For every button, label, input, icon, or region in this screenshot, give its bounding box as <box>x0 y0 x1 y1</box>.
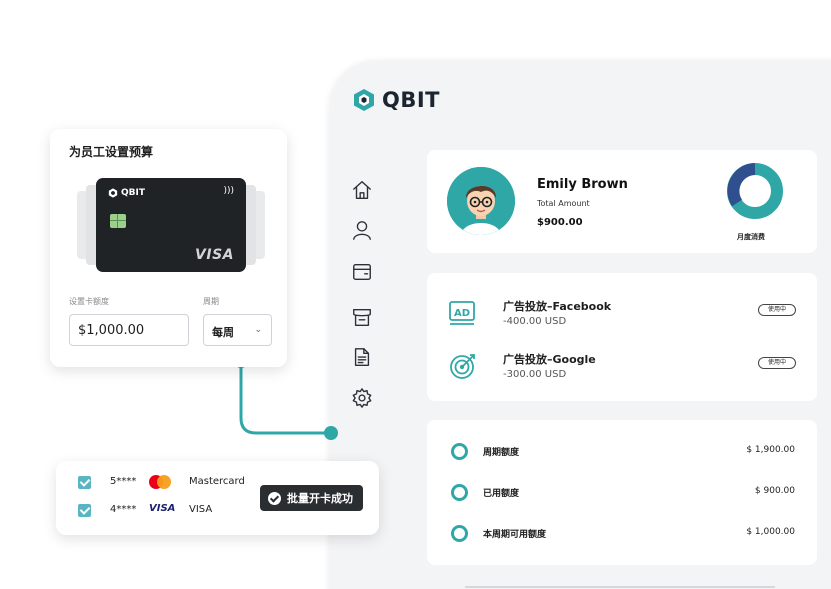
monthly-spend-label: 月度消费 <box>737 233 765 241</box>
toast-message: 批量开卡成功 <box>287 492 353 505</box>
limit-value: $ 900.00 <box>754 486 795 496</box>
card-number: 4**** <box>110 504 137 515</box>
ad-title: 广告投放–Facebook <box>503 300 612 313</box>
brand-logo[interactable]: QBIT <box>352 88 440 112</box>
credit-card[interactable]: QBIT ))) VISA <box>96 178 246 272</box>
period-value: 每周 <box>212 326 234 339</box>
svg-text:AD: AD <box>454 308 470 319</box>
ads-card: AD 广告投放–Facebook -400.00 USD 使用中 广告投放–Go… <box>427 273 817 401</box>
target-icon <box>450 354 475 379</box>
limit-amount-input[interactable]: $1,000.00 <box>69 314 189 346</box>
limit-row-used: 已用额度 $ 900.00 <box>427 482 817 504</box>
card-network: VISA <box>195 247 234 263</box>
limit-row-period: 周期额度 $ 1,900.00 <box>427 441 817 463</box>
limit-label: 已用额度 <box>483 489 520 499</box>
status-badge: 使用中 <box>758 357 796 369</box>
monthly-spend-donut <box>727 163 783 219</box>
visa-icon: VISA <box>149 503 176 514</box>
budget-card: 为员工设置预算 QBIT ))) VISA 设置卡额度 周期 $1,000.00… <box>50 129 287 367</box>
wallet-icon <box>353 263 371 281</box>
card-brand-name: VISA <box>189 504 213 515</box>
qbit-logo-icon <box>108 188 118 198</box>
check-circle-icon <box>268 491 281 505</box>
nav-wallet[interactable] <box>350 260 374 284</box>
limit-label: 周期额度 <box>483 448 520 458</box>
limit-value: $ 1,900.00 <box>746 445 795 455</box>
limits-card: 周期额度 $ 1,900.00 已用额度 $ 900.00 本周期可用额度 $ … <box>427 420 817 565</box>
user-icon <box>353 221 371 240</box>
period-select[interactable]: 每周 ⌄ <box>203 314 272 346</box>
avatar-illustration <box>447 167 515 235</box>
budget-title: 为员工设置预算 <box>69 145 154 159</box>
nav-home[interactable] <box>350 178 374 202</box>
brand-name: QBIT <box>382 88 440 112</box>
chevron-down-icon: ⌄ <box>254 325 262 335</box>
profile-card: Emily Brown Total Amount $900.00 月度消费 <box>427 150 817 253</box>
nav-settings[interactable] <box>350 386 374 410</box>
chip-icon <box>110 214 126 228</box>
ad-amount: -400.00 USD <box>503 316 567 327</box>
divider <box>465 586 775 588</box>
card-number: 5**** <box>110 476 137 487</box>
ad-title: 广告投放–Google <box>503 353 596 366</box>
list-item[interactable]: 广告投放–Google -300.00 USD 使用中 <box>427 347 817 387</box>
ring-icon <box>451 525 468 542</box>
nav-document[interactable] <box>350 345 374 369</box>
card-brand: QBIT <box>108 188 145 198</box>
period-field-label: 周期 <box>203 297 219 306</box>
ring-icon <box>451 443 468 460</box>
checkbox[interactable] <box>78 476 91 489</box>
checkbox[interactable] <box>78 504 91 517</box>
avatar[interactable] <box>447 167 515 235</box>
success-toast: 批量开卡成功 <box>260 485 363 511</box>
nav-user[interactable] <box>350 218 374 242</box>
limit-amount-value: $1,000.00 <box>78 323 145 338</box>
limit-label: 本周期可用额度 <box>483 530 547 540</box>
list-item[interactable]: AD 广告投放–Facebook -400.00 USD 使用中 <box>427 294 817 334</box>
profile-name: Emily Brown <box>537 177 628 192</box>
status-badge: 使用中 <box>758 304 796 316</box>
total-amount-label: Total Amount <box>537 199 590 208</box>
limit-value: $ 1,000.00 <box>746 527 795 537</box>
limit-row-available: 本周期可用额度 $ 1,000.00 <box>427 523 817 545</box>
total-amount-value: $900.00 <box>537 217 583 228</box>
ad-icon: AD <box>449 301 475 325</box>
card-brand-name: Mastercard <box>189 476 245 487</box>
contactless-icon: ))) <box>223 186 234 196</box>
card-brand-text: QBIT <box>121 188 145 198</box>
document-icon <box>354 348 370 366</box>
limit-field-label: 设置卡额度 <box>69 297 109 306</box>
settings-icon <box>352 388 372 408</box>
store-icon <box>353 308 371 326</box>
ring-icon <box>451 484 468 501</box>
qbit-logo-icon <box>354 89 374 111</box>
mastercard-icon <box>149 475 171 489</box>
nav-store[interactable] <box>350 305 374 329</box>
ad-amount: -300.00 USD <box>503 369 567 380</box>
home-icon <box>353 181 371 199</box>
